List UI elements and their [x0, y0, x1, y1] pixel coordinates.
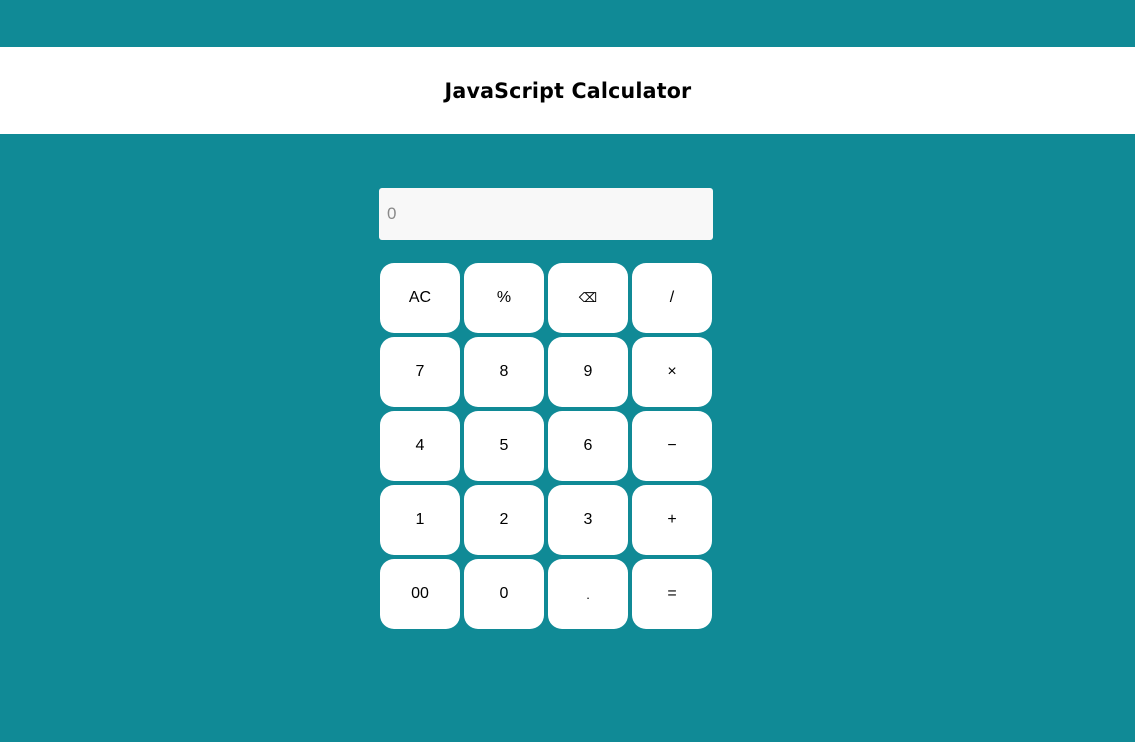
digit-2-button[interactable]: 2 [464, 485, 544, 555]
multiply-button[interactable]: × [632, 337, 712, 407]
backspace-icon: ⌫ [578, 290, 598, 305]
digit-7-button[interactable]: 7 [380, 337, 460, 407]
digit-5-button[interactable]: 5 [464, 411, 544, 481]
digit-9-button[interactable]: 9 [548, 337, 628, 407]
double-zero-button[interactable]: 00 [380, 559, 460, 629]
backspace-button[interactable]: ⌫ [548, 263, 628, 333]
page-title: JavaScript Calculator [444, 78, 691, 103]
digit-3-button[interactable]: 3 [548, 485, 628, 555]
divide-button[interactable]: / [632, 263, 712, 333]
add-button[interactable]: + [632, 485, 712, 555]
percent-button[interactable]: % [464, 263, 544, 333]
digit-1-button[interactable]: 1 [380, 485, 460, 555]
digit-8-button[interactable]: 8 [464, 337, 544, 407]
equals-button[interactable]: = [632, 559, 712, 629]
digit-0-button[interactable]: 0 [464, 559, 544, 629]
clear-button[interactable]: AC [380, 263, 460, 333]
subtract-button[interactable]: − [632, 411, 712, 481]
digit-4-button[interactable]: 4 [380, 411, 460, 481]
calculator-display[interactable] [379, 188, 713, 240]
digit-6-button[interactable]: 6 [548, 411, 628, 481]
calculator: AC % ⌫ / 7 8 9 × 4 5 6 − 1 2 3 + 00 0 . … [379, 188, 713, 629]
decimal-button[interactable]: . [548, 559, 628, 629]
keypad: AC % ⌫ / 7 8 9 × 4 5 6 − 1 2 3 + 00 0 . … [380, 263, 713, 629]
app-header: JavaScript Calculator [0, 47, 1135, 134]
